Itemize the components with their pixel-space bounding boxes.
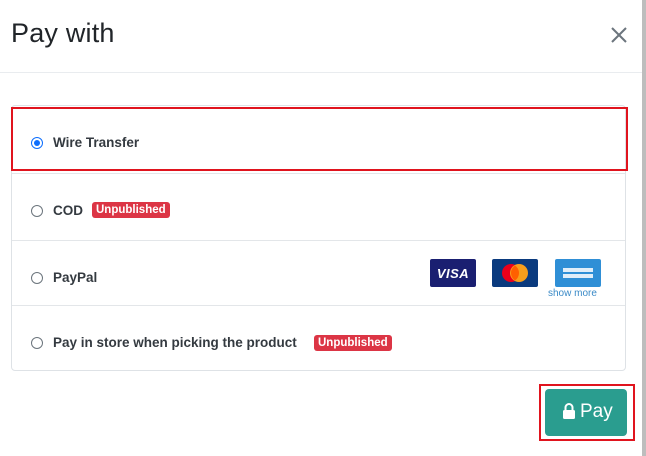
- visa-card-text: VISA: [436, 266, 470, 281]
- show-more-link[interactable]: show more: [548, 288, 597, 299]
- payment-dialog: Pay with Wire Transfer COD Unpublished P…: [0, 0, 642, 456]
- cod-unpublished-badge: Unpublished: [92, 202, 170, 218]
- scrollbar-edge: [642, 0, 646, 456]
- dialog-title: Pay with: [11, 18, 115, 48]
- dialog-header: Pay with: [0, 0, 642, 73]
- cod-label: COD: [53, 203, 83, 218]
- amex-card-icon: [555, 259, 601, 287]
- pay-button-label: Pay: [580, 401, 613, 422]
- lock-icon: [563, 403, 575, 419]
- pay-in-store-radio[interactable]: [31, 337, 43, 349]
- paypal-radio[interactable]: [31, 272, 43, 284]
- paypal-label: PayPal: [53, 270, 98, 285]
- close-button[interactable]: [606, 22, 632, 48]
- pay-button[interactable]: Pay: [545, 389, 627, 436]
- mastercard-card-icon: [492, 259, 538, 287]
- pay-in-store-unpublished-badge: Unpublished: [314, 335, 392, 351]
- payment-option-pay-in-store[interactable]: Pay in store when picking the product Un…: [12, 305, 625, 370]
- cod-radio[interactable]: [31, 205, 43, 217]
- visa-card-icon: VISA: [430, 259, 476, 287]
- payment-option-wire-transfer[interactable]: Wire Transfer: [12, 106, 625, 173]
- payment-option-cod[interactable]: COD Unpublished: [12, 173, 625, 240]
- wire-transfer-label: Wire Transfer: [53, 135, 140, 150]
- wire-transfer-radio[interactable]: [31, 137, 43, 149]
- pay-in-store-label: Pay in store when picking the product: [53, 335, 297, 350]
- close-icon: [611, 27, 627, 43]
- payment-methods-list: Wire Transfer COD Unpublished PayPal Pay…: [11, 105, 626, 371]
